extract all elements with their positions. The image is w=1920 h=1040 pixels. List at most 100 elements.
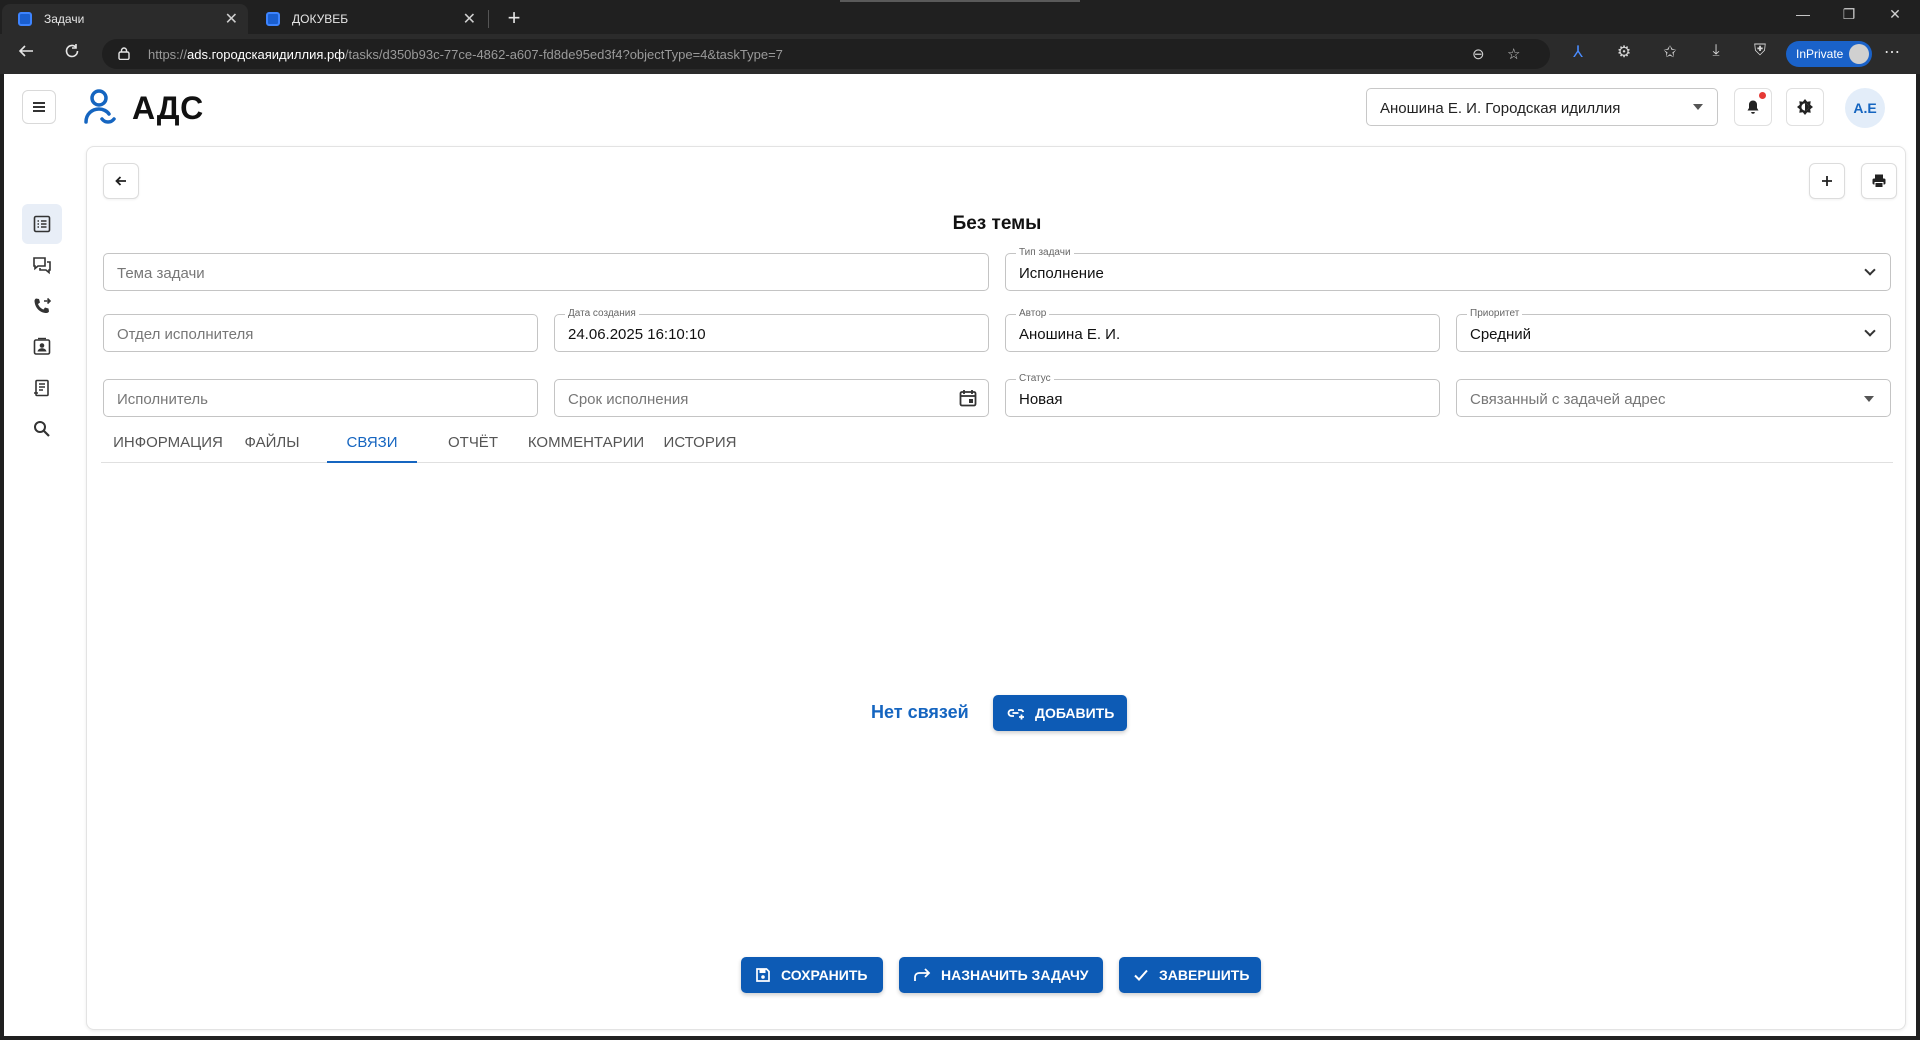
task-tabs: Информация Файлы Связи Отчёт Комментарии…: [101, 423, 1893, 463]
calendar-icon[interactable]: [958, 388, 978, 408]
downloads-icon[interactable]: ⤓: [1704, 42, 1728, 60]
app-page: АДС Аношина Е. И. Городская идиллия А.Е: [4, 74, 1916, 1036]
checkmark-icon: [1134, 969, 1148, 981]
user-avatar[interactable]: А.Е: [1845, 88, 1885, 128]
task-type-select[interactable]: Тип задачи Исполнение: [1005, 247, 1891, 291]
browser-tab-tasks[interactable]: Задачи ✕: [2, 4, 248, 34]
inprivate-badge[interactable]: InPrivate: [1786, 41, 1872, 67]
created-date-field[interactable]: Дата создания 24.06.2025 16:10:10: [554, 308, 989, 352]
more-menu-icon[interactable]: ⋯: [1884, 42, 1900, 62]
complete-button[interactable]: Завершить: [1119, 957, 1261, 993]
assign-task-button[interactable]: Назначить задачу: [899, 957, 1103, 993]
extensions-icon[interactable]: ⚙: [1612, 42, 1636, 62]
window-close-icon[interactable]: ✕: [1872, 6, 1918, 23]
browser-tab-dokuweb[interactable]: ДОКУВЕБ ✕: [250, 4, 486, 34]
link-add-icon: [1007, 709, 1025, 720]
app-header: АДС Аношина Е. И. Городская идиллия А.Е: [4, 74, 1916, 140]
organization-select[interactable]: Аношина Е. И. Городская идиллия: [1366, 88, 1718, 126]
author-label: Автор: [1016, 308, 1050, 319]
minimize-icon[interactable]: —: [1780, 6, 1826, 22]
sidebar-item-chats[interactable]: [22, 245, 62, 285]
tab-comments[interactable]: Комментарии: [521, 423, 651, 463]
browser-essentials-icon[interactable]: ⛨: [1748, 42, 1772, 60]
created-date-value: 24.06.2025 16:10:10: [568, 326, 706, 343]
department-placeholder: Отдел исполнителя: [117, 326, 254, 343]
tab-close-icon[interactable]: ✕: [225, 9, 238, 29]
tab-history[interactable]: История: [653, 423, 747, 463]
profile-avatar-icon: [1849, 44, 1869, 64]
created-date-label: Дата создания: [565, 308, 639, 319]
search-icon: [34, 421, 50, 437]
tab-links[interactable]: Связи: [327, 423, 417, 463]
tab-favicon-icon: [18, 12, 32, 26]
browser-tab-label: Задачи: [44, 12, 85, 26]
status-value: Новая: [1019, 391, 1063, 408]
save-label: Сохранить: [781, 967, 868, 983]
sidebar-item-contacts[interactable]: [22, 327, 62, 367]
browser-tabstrip: Задачи ✕ ДОКУВЕБ ✕ + — ❐ ✕: [0, 0, 1920, 34]
chat-icon: [33, 257, 51, 275]
task-card: Без темы Тема задачи Тип задачи Исполнен…: [86, 146, 1906, 1030]
favorite-star-icon[interactable]: ☆: [1507, 45, 1520, 63]
chevron-down-icon: [1864, 325, 1876, 337]
executor-field[interactable]: Исполнитель: [103, 379, 538, 417]
task-list-icon: [33, 215, 51, 233]
lock-icon[interactable]: [118, 47, 130, 60]
back-button[interactable]: [103, 163, 139, 199]
save-icon: [756, 968, 770, 982]
sidebar: [4, 146, 76, 1036]
department-field[interactable]: Отдел исполнителя: [103, 314, 538, 352]
dropdown-arrow-icon: [1864, 396, 1874, 402]
document-icon: [34, 379, 49, 397]
brightness-icon: [1797, 99, 1813, 115]
sidebar-item-documents[interactable]: [22, 368, 62, 408]
status-field[interactable]: Статус Новая: [1005, 373, 1440, 417]
tab-information[interactable]: Информация: [101, 423, 235, 463]
sidebar-item-search[interactable]: [22, 409, 62, 449]
reload-icon[interactable]: [58, 40, 86, 68]
author-field[interactable]: Автор Аношина Е. И.: [1005, 308, 1440, 352]
notification-dot: [1759, 92, 1766, 99]
bell-icon: [1747, 100, 1759, 114]
back-icon[interactable]: [12, 40, 40, 68]
save-button[interactable]: Сохранить: [741, 957, 883, 993]
tab-separator: [488, 10, 489, 28]
copilot-icon[interactable]: ⅄: [1566, 42, 1590, 62]
arrow-left-icon: [115, 176, 126, 186]
reading-view-icon[interactable]: ⊖: [1472, 45, 1485, 63]
status-label: Статус: [1016, 373, 1054, 384]
sidebar-item-tasks[interactable]: [22, 204, 62, 244]
menu-toggle-button[interactable]: [22, 90, 56, 124]
browser-toolbar: https://ads.городскаяидиллия.рф/tasks/d3…: [0, 34, 1920, 74]
sidebar-item-calls[interactable]: [22, 286, 62, 326]
add-link-button[interactable]: Добавить: [993, 695, 1127, 731]
author-value: Аношина Е. И.: [1019, 326, 1121, 343]
subject-field[interactable]: Тема задачи: [103, 253, 989, 291]
deadline-field[interactable]: Срок исполнения: [554, 379, 989, 417]
tab-report[interactable]: Отчёт: [433, 423, 513, 463]
tab-files[interactable]: Файлы: [235, 423, 309, 463]
address-bar[interactable]: https://ads.городскаяидиллия.рф/tasks/d3…: [102, 39, 1550, 69]
add-task-button[interactable]: [1809, 163, 1845, 199]
assign-task-label: Назначить задачу: [941, 967, 1089, 983]
theme-toggle-button[interactable]: [1786, 88, 1824, 126]
plus-icon: [1822, 176, 1832, 186]
hamburger-icon: [33, 106, 45, 108]
add-link-label: Добавить: [1035, 705, 1115, 721]
inprivate-label: InPrivate: [1796, 47, 1844, 61]
printer-icon: [1872, 174, 1886, 188]
task-type-value: Исполнение: [1019, 265, 1104, 282]
favorites-icon[interactable]: ✩: [1658, 42, 1682, 62]
restore-icon[interactable]: ❐: [1826, 6, 1872, 23]
address-select[interactable]: Связанный с задачей адрес: [1456, 379, 1891, 417]
tab-close-icon[interactable]: ✕: [463, 9, 476, 29]
phone-forward-icon: [34, 297, 52, 313]
url-text: https://ads.городскаяидиллия.рф/tasks/d3…: [148, 47, 783, 62]
new-tab-icon[interactable]: +: [500, 4, 528, 32]
priority-select[interactable]: Приоритет Средний: [1456, 308, 1891, 352]
priority-value: Средний: [1470, 326, 1531, 343]
task-title: Без темы: [952, 213, 1042, 234]
contacts-icon: [33, 337, 51, 355]
notifications-button[interactable]: [1734, 88, 1772, 126]
print-button[interactable]: [1861, 163, 1897, 199]
